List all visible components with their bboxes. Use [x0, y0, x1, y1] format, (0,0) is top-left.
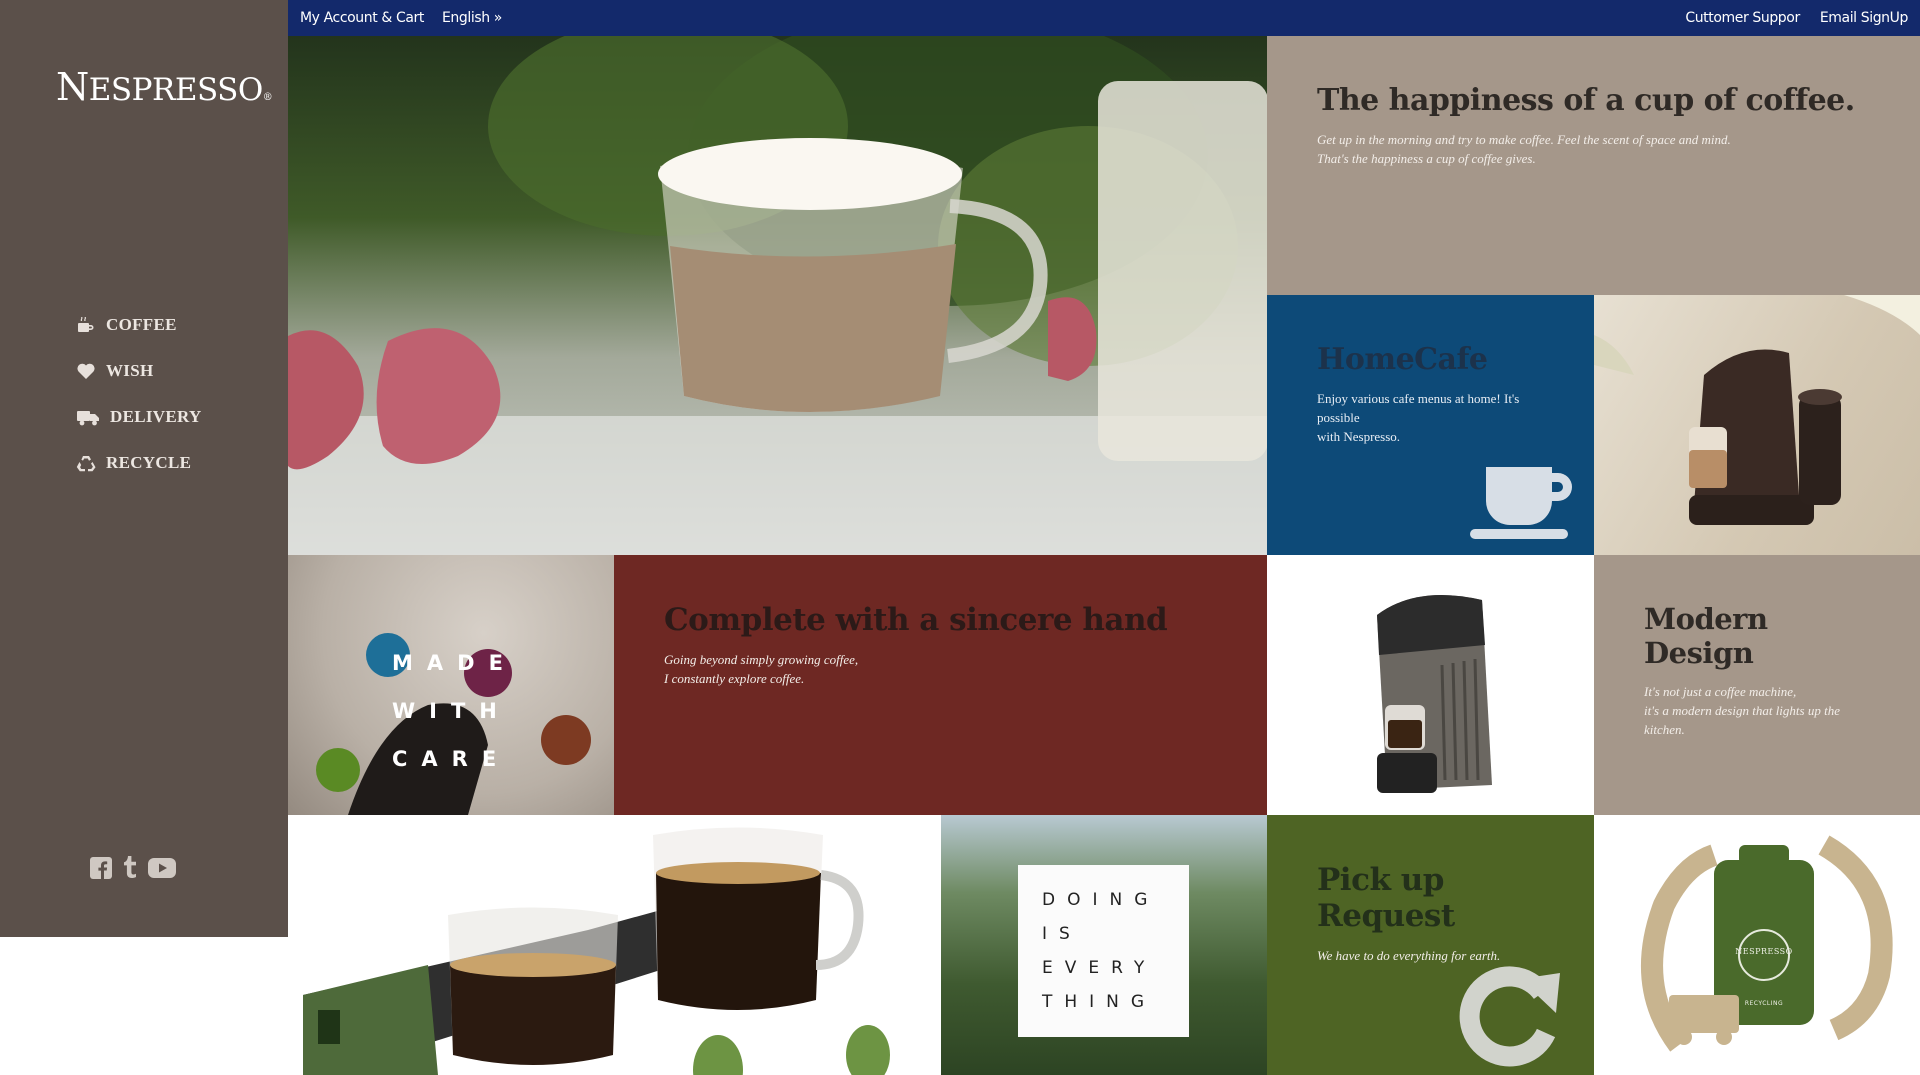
tile-description: Get up in the morning and try to make co…	[1317, 130, 1870, 168]
tile-description: It's not just a coffee machine, it's a m…	[1644, 682, 1870, 739]
doing-is-everything-image[interactable]: DOING IS EVERY THING	[941, 815, 1267, 1075]
word-line: WITH	[392, 699, 511, 723]
social-links	[90, 856, 176, 880]
homecafe-tile[interactable]: HomeCafe Enjoy various cafe menus at hom…	[1267, 295, 1594, 555]
language-label: English	[441, 10, 490, 26]
tile-title: Pick up Request	[1317, 862, 1455, 934]
word-line: MADE	[392, 651, 517, 675]
recycling-bag-illustration	[1641, 835, 1893, 1052]
customer-support-link[interactable]: Cuttomer Suppor	[1685, 10, 1800, 26]
sidebar-item-recycle[interactable]: RECYCLE	[76, 440, 202, 486]
sidebar-nav: COFFEE WISH DELIVERY RECYCLE	[76, 302, 202, 486]
made-with-care-image[interactable]: MADE WITH CARE	[288, 555, 614, 815]
nespresso-logo[interactable]: NESPRESSO®	[56, 65, 273, 109]
coffee-cup-icon	[78, 317, 94, 332]
logo-initial: N	[56, 65, 89, 109]
espresso-cups-image[interactable]	[288, 815, 941, 1075]
desc-line: with Nespresso.	[1317, 429, 1401, 444]
hero-cappuccino-image[interactable]	[288, 36, 1267, 555]
tile-title: Complete with a sincere hand	[664, 602, 1168, 638]
desc-line: It's not just a coffee machine,	[1644, 684, 1797, 699]
sidebar-item-label: DELIVERY	[110, 407, 202, 426]
happiness-tile[interactable]: The happiness of a cup of coffee. Get up…	[1267, 36, 1920, 295]
pickup-request-tile[interactable]: Pick up Request We have to do everything…	[1267, 815, 1594, 1075]
coffee-machine-illustration	[1377, 595, 1492, 793]
top-bar: My Account & Cart English» Cuttomer Supp…	[288, 0, 1920, 36]
recycling-bag-image[interactable]: NESPRESSO RECYCLING	[1594, 815, 1920, 1075]
word-line: THING	[1042, 992, 1157, 1012]
doing-is-everything-card: DOING IS EVERY THING	[1018, 865, 1189, 1037]
bag-brand-label: NESPRESSO	[1735, 947, 1793, 956]
heart-icon	[77, 363, 95, 379]
sidebar-item-label: WISH	[106, 361, 154, 380]
recycle-icon	[76, 456, 96, 472]
word-line: EVERY	[1042, 958, 1157, 978]
tile-description: Enjoy various cafe menus at home! It's p…	[1317, 389, 1544, 446]
logo-registered: ®	[262, 92, 273, 103]
word-line: CARE	[392, 747, 511, 771]
tumblr-icon[interactable]	[122, 856, 138, 880]
sidebar: NESPRESSO® COFFEE WISH DELIVERY RECYCLE	[0, 0, 288, 937]
facebook-icon[interactable]	[90, 857, 112, 879]
sidebar-item-delivery[interactable]: DELIVERY	[76, 394, 202, 440]
youtube-icon[interactable]	[148, 858, 176, 878]
sidebar-item-wish[interactable]: WISH	[76, 348, 202, 394]
account-cart-link[interactable]: My Account & Cart	[300, 10, 424, 26]
modern-design-tile[interactable]: Modern Design It's not just a coffee mac…	[1594, 555, 1920, 815]
desc-line: Enjoy various cafe menus at home! It's p…	[1317, 391, 1520, 425]
language-selector[interactable]: English»	[442, 10, 502, 26]
sidebar-item-coffee[interactable]: COFFEE	[76, 302, 202, 348]
sidebar-item-label: COFFEE	[106, 315, 177, 334]
tile-title: Modern Design	[1644, 602, 1768, 670]
bag-seal-label: RECYCLING	[1744, 1000, 1784, 1007]
word-line: IS	[1042, 924, 1082, 944]
desc-line: it's a modern design that lights up the …	[1644, 703, 1840, 737]
coffee-machine-illustration	[1594, 295, 1920, 525]
desc-line: Going beyond simply growing coffee,	[664, 652, 859, 667]
desc-line: Get up in the morning and try to make co…	[1317, 132, 1731, 147]
made-with-care-text: MADE WITH CARE	[392, 639, 517, 783]
tile-title: HomeCafe	[1317, 342, 1488, 377]
coffee-cup-icon	[1470, 467, 1572, 539]
tile-title: The happiness of a cup of coffee.	[1317, 83, 1855, 118]
truck-icon	[77, 411, 99, 426]
espresso-cups-illustration	[303, 827, 890, 1075]
citiz-machine-image[interactable]	[1594, 295, 1920, 555]
logo-rest: ESPRESSO	[88, 72, 264, 108]
tile-description: Going beyond simply growing coffee, I co…	[664, 650, 1217, 688]
email-signup-link[interactable]: Email SignUp	[1820, 10, 1909, 26]
sidebar-item-label: RECYCLE	[106, 453, 192, 472]
desc-line: I constantly explore coffee.	[664, 671, 805, 686]
word-line: DOING	[1042, 890, 1160, 910]
double-chevron-right-icon: »	[493, 10, 503, 26]
pixie-machine-image[interactable]	[1267, 555, 1594, 815]
cappuccino-illustration	[288, 36, 1267, 555]
refresh-arrow-icon	[1459, 966, 1560, 1067]
desc-line: That's the happiness a cup of coffee giv…	[1317, 151, 1536, 166]
sincere-hand-tile[interactable]: Complete with a sincere hand Going beyon…	[614, 555, 1267, 815]
